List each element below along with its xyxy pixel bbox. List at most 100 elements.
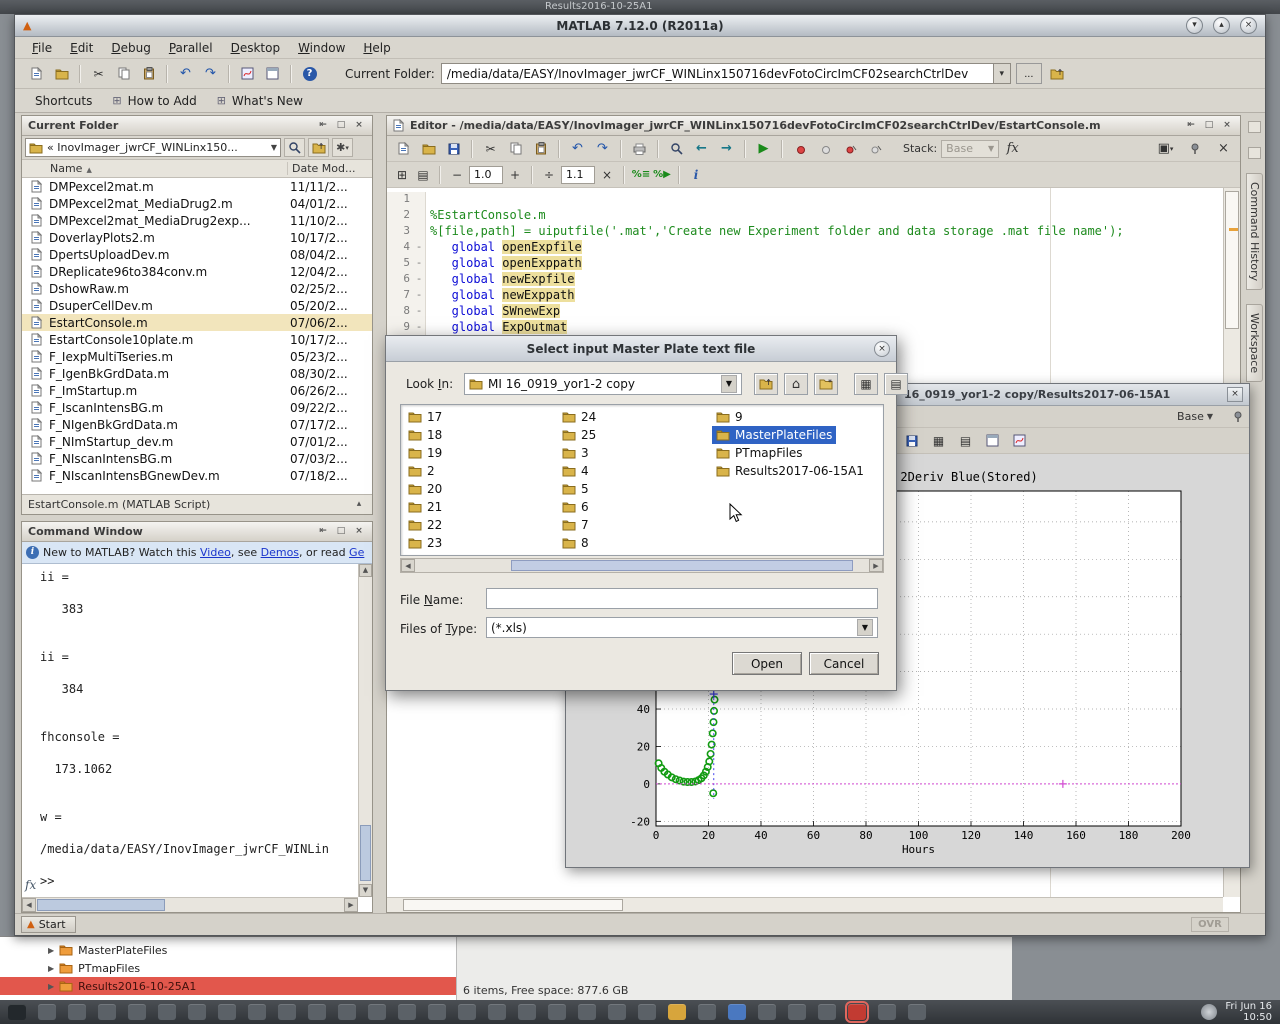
taskbar-app-1[interactable] (8, 1004, 26, 1020)
dock-mini-icon[interactable] (1248, 147, 1261, 159)
file-row-DshowRaw.m[interactable]: DshowRaw.m02/25/2... (22, 280, 372, 297)
taskbar-app-23[interactable] (668, 1004, 686, 1020)
code-line-1[interactable]: 1 (387, 192, 1223, 208)
menu-debug[interactable]: Debug (102, 39, 159, 57)
taskbar-app-16[interactable] (458, 1004, 476, 1020)
undo-icon[interactable]: ↶ (174, 62, 197, 85)
dialog-folder-19[interactable]: 19 (404, 444, 446, 462)
cell-list-icon[interactable]: ▤ (414, 166, 432, 184)
datatable-icon[interactable]: ▦ (927, 429, 950, 452)
code-line-7[interactable]: 7- global newExppath (387, 288, 1223, 304)
taskbar-app-17[interactable] (488, 1004, 506, 1020)
folder-breadcrumb-combo[interactable]: « InovImager_jwrCF_WINLinx150... ▼ (25, 138, 281, 157)
taskbar-app-19[interactable] (548, 1004, 566, 1020)
code-line-8[interactable]: 8- global SWnewExp (387, 304, 1223, 320)
taskbar-app-8[interactable] (218, 1004, 236, 1020)
dock-mini-icon[interactable] (1248, 121, 1261, 133)
home-button[interactable]: ⌂ (784, 373, 808, 395)
info-icon[interactable]: i (687, 166, 705, 184)
shortcut-how-to-add[interactable]: How to Add (128, 94, 197, 108)
up-one-level-icon[interactable]: ↑ (308, 138, 329, 157)
grid-view-button[interactable]: ▦ (854, 373, 878, 395)
taskbar-app-7[interactable] (188, 1004, 206, 1020)
taskbar-app-20[interactable] (578, 1004, 596, 1020)
taskbar-app-30[interactable] (878, 1004, 896, 1020)
stack-combo[interactable]: Base▼ (941, 140, 999, 158)
scroll-left-icon[interactable]: ◀ (22, 898, 36, 912)
undock-icon[interactable]: □ (334, 525, 348, 538)
menu-help[interactable]: Help (354, 39, 399, 57)
taskbar-app-22[interactable] (638, 1004, 656, 1020)
taskbar-app-6[interactable] (158, 1004, 176, 1020)
simulink-icon[interactable] (236, 62, 259, 85)
code-line-2[interactable]: 2%EstartConsole.m (387, 208, 1223, 224)
plot-tools-icon[interactable] (1008, 429, 1031, 452)
file-row-EstartConsole.m[interactable]: EstartConsole.m07/06/2... (22, 314, 372, 331)
dialog-folder-17[interactable]: 17 (404, 408, 446, 426)
column-name[interactable]: Name▲ (22, 162, 288, 175)
insert-cell-icon[interactable]: ⊞ (393, 166, 411, 184)
help-icon[interactable]: ? (298, 62, 321, 85)
eval-cell-advance-icon[interactable]: %▶ (653, 166, 671, 184)
taskbar-app-25[interactable] (728, 1004, 746, 1020)
copy-icon[interactable] (504, 137, 527, 160)
pin-icon[interactable] (1233, 411, 1243, 426)
close-icon[interactable]: × (874, 341, 890, 357)
demos-link[interactable]: Demos (261, 546, 299, 559)
file-row-DMPexcel2mat.m[interactable]: DMPexcel2mat.m11/11/2... (22, 178, 372, 195)
dock-icon[interactable]: ⇤ (1184, 119, 1198, 132)
open-file-icon[interactable] (50, 62, 73, 85)
copy-icon[interactable] (112, 62, 135, 85)
run-icon[interactable]: ▶ (752, 137, 775, 160)
dialog-folder-8[interactable]: 8 (558, 534, 593, 552)
file-row-F_ImStartup.m[interactable]: F_ImStartup.m06/26/2... (22, 382, 372, 399)
code-line-3[interactable]: 3%[file,path] = uiputfile('.mat','Create… (387, 224, 1223, 240)
dialog-folder-3[interactable]: 3 (558, 444, 593, 462)
expand-arrow-icon[interactable]: ▶ (48, 982, 54, 991)
dialog-titlebar[interactable]: Select input Master Plate text file (386, 336, 896, 362)
current-folder-path-input[interactable] (441, 63, 993, 84)
scrollbar-thumb[interactable] (1225, 191, 1239, 329)
dialog-folder-MasterPlateFiles[interactable]: MasterPlateFiles (712, 426, 836, 444)
taskbar-app-9[interactable] (248, 1004, 266, 1020)
dialog-folder-18[interactable]: 18 (404, 426, 446, 444)
go-up-folder-icon[interactable]: ↑ (1046, 62, 1069, 85)
file-row-DpertsUploadDev.m[interactable]: DpertsUploadDev.m08/04/2... (22, 246, 372, 263)
dialog-folder-4[interactable]: 4 (558, 462, 593, 480)
divide-value-button[interactable]: ÷ (540, 166, 558, 184)
pin-icon[interactable] (1183, 137, 1206, 160)
file-row-DMPexcel2mat_MediaDrug2exp...[interactable]: DMPexcel2mat_MediaDrug2exp...11/10/2... (22, 212, 372, 229)
column-date-modified[interactable]: Date Mod... (288, 162, 355, 175)
chevron-down-icon[interactable]: ▼ (271, 143, 277, 152)
dialog-folder-24[interactable]: 24 (558, 408, 600, 426)
tree-item-MasterPlateFiles[interactable]: ▶MasterPlateFiles (0, 941, 456, 959)
editor-horizontal-scrollbar[interactable] (387, 897, 1223, 912)
open-button[interactable]: Open (732, 652, 802, 675)
find-icon[interactable] (665, 137, 688, 160)
close-icon[interactable]: × (352, 525, 366, 538)
save-icon[interactable] (442, 137, 465, 160)
taskbar-app-12[interactable] (338, 1004, 356, 1020)
expand-details-icon[interactable]: ▴ (352, 498, 366, 511)
chevron-down-icon[interactable]: ▼ (721, 375, 737, 393)
file-row-F_IgenBkGrdData.m[interactable]: F_IgenBkGrdData.m08/30/2... (22, 365, 372, 382)
open-file-icon[interactable] (417, 137, 440, 160)
menu-parallel[interactable]: Parallel (160, 39, 222, 57)
file-row-F_NIgenBkGrdData.m[interactable]: F_NIgenBkGrdData.m07/17/2... (22, 416, 372, 433)
increment-value-1[interactable]: 1.0 (469, 166, 503, 184)
fx-button[interactable]: fx (1001, 137, 1024, 160)
dialog-folder-23[interactable]: 23 (404, 534, 446, 552)
cancel-button[interactable]: Cancel (809, 652, 879, 675)
dialog-folder-25[interactable]: 25 (558, 426, 600, 444)
menu-edit[interactable]: Edit (61, 39, 102, 57)
taskbar-app-4[interactable] (98, 1004, 116, 1020)
increment-value-button[interactable]: + (506, 166, 524, 184)
taskbar-clock[interactable]: Fri Jun 16 10:50 (1225, 1001, 1272, 1023)
minimize-icon[interactable]: ▾ (1186, 17, 1203, 34)
dock-tab-command-history[interactable]: Command History (1246, 173, 1263, 290)
shortcut-whats-new[interactable]: What's New (232, 94, 303, 108)
actions-gear-icon[interactable]: ✱▾ (332, 138, 353, 157)
scrollbar-thumb[interactable] (37, 899, 165, 911)
file-row-DsuperCellDev.m[interactable]: DsuperCellDev.m05/20/2... (22, 297, 372, 314)
insert-axes-icon[interactable] (981, 429, 1004, 452)
